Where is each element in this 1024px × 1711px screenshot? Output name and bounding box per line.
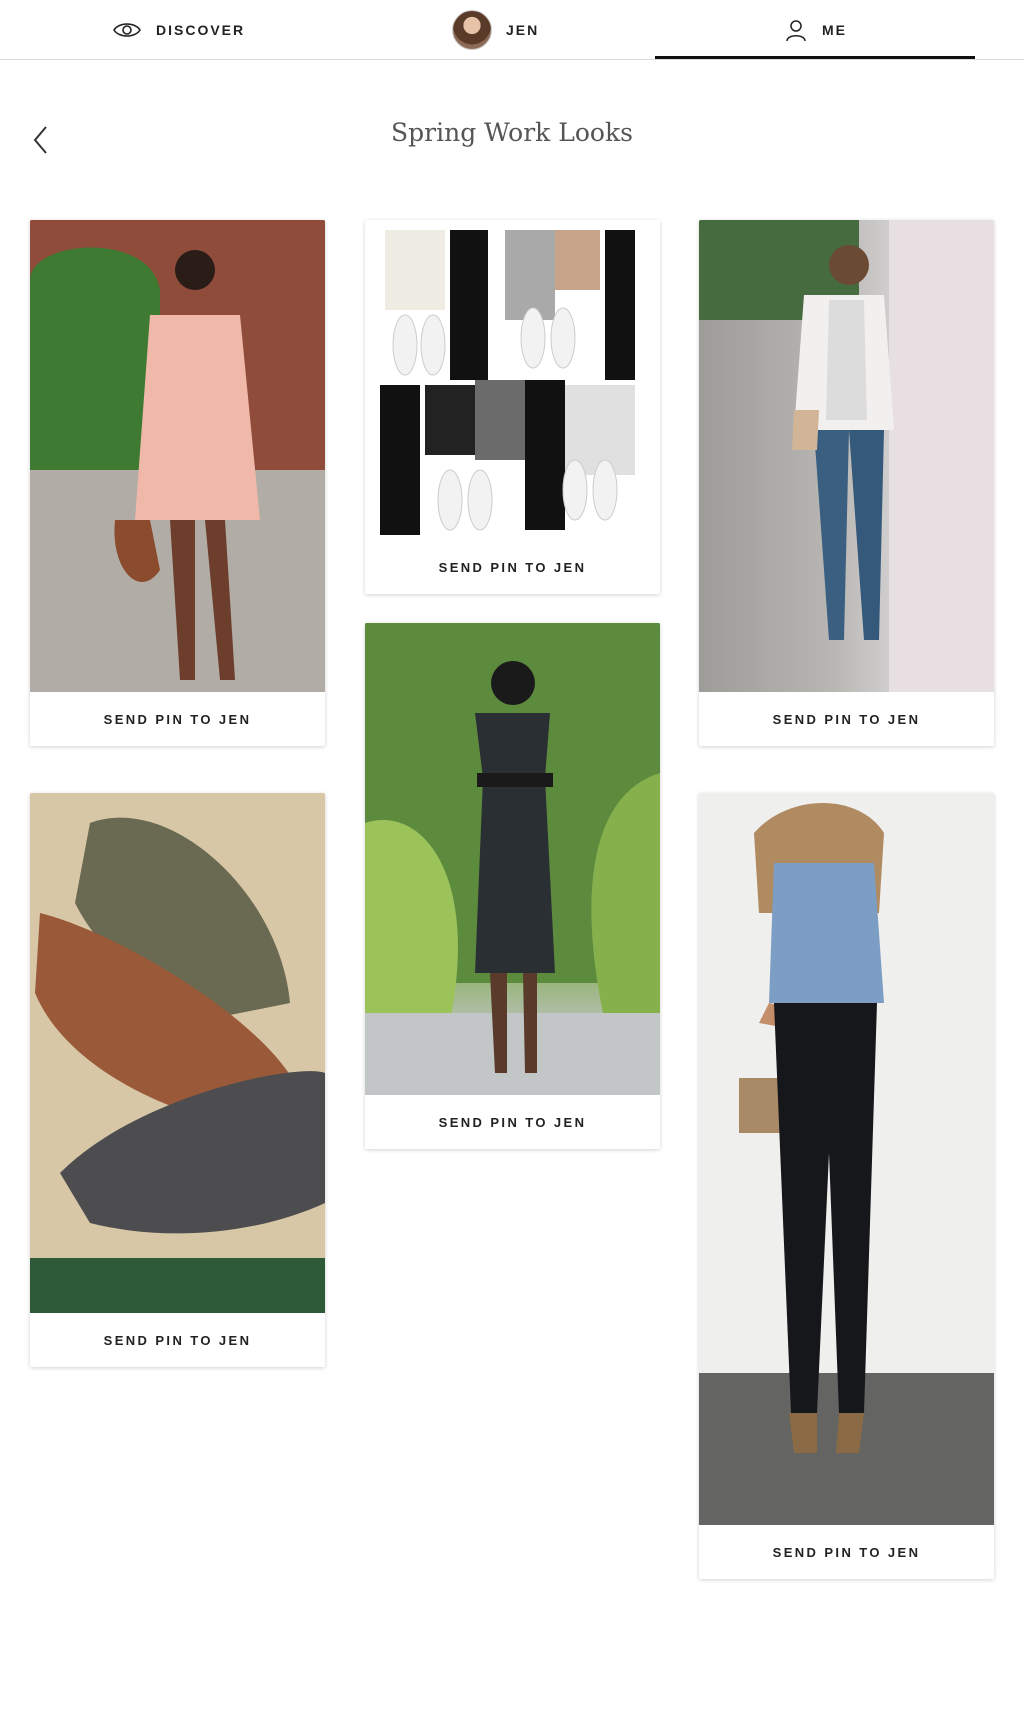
send-pin-button[interactable]: SEND PIN TO JEN: [699, 692, 994, 746]
eye-icon: [112, 20, 142, 40]
pin-image[interactable]: [365, 623, 660, 1095]
page-title: Spring Work Looks: [391, 118, 633, 147]
avatar: [452, 9, 492, 50]
send-pin-button[interactable]: SEND PIN TO JEN: [365, 1095, 660, 1149]
pin-image[interactable]: [30, 793, 325, 1313]
top-navigation: DISCOVER JEN ME: [0, 0, 1024, 60]
pin-card: SEND PIN TO JEN: [365, 220, 660, 594]
pin-image[interactable]: [365, 220, 660, 540]
pin-illustration: [699, 793, 994, 1525]
pin-illustration: [365, 623, 660, 1095]
pin-illustration: [699, 220, 994, 692]
tab-discover-label: DISCOVER: [156, 21, 246, 38]
send-pin-button[interactable]: SEND PIN TO JEN: [699, 1525, 994, 1579]
pin-illustration: [30, 220, 325, 692]
tab-discover[interactable]: DISCOVER: [112, 0, 245, 59]
pin-card: SEND PIN TO JEN: [365, 623, 660, 1149]
tab-jen[interactable]: JEN: [452, 0, 539, 59]
pin-illustration: [30, 793, 325, 1313]
active-tab-indicator: [655, 56, 975, 59]
user-icon: [784, 18, 808, 42]
pin-card: SEND PIN TO JEN: [699, 793, 994, 1579]
tab-jen-label: JEN: [506, 21, 540, 38]
pin-image[interactable]: [30, 220, 325, 692]
pin-image[interactable]: [699, 793, 994, 1525]
pin-image[interactable]: [699, 220, 994, 692]
pin-card: SEND PIN TO JEN: [30, 793, 325, 1367]
send-pin-button[interactable]: SEND PIN TO JEN: [365, 540, 660, 594]
pin-card: SEND PIN TO JEN: [699, 220, 994, 746]
tab-me-label: ME: [822, 21, 847, 38]
send-pin-button[interactable]: SEND PIN TO JEN: [30, 692, 325, 746]
pin-card: SEND PIN TO JEN: [30, 220, 325, 746]
tab-me[interactable]: ME: [784, 0, 847, 59]
send-pin-button[interactable]: SEND PIN TO JEN: [30, 1313, 325, 1367]
pin-illustration: [380, 230, 635, 535]
